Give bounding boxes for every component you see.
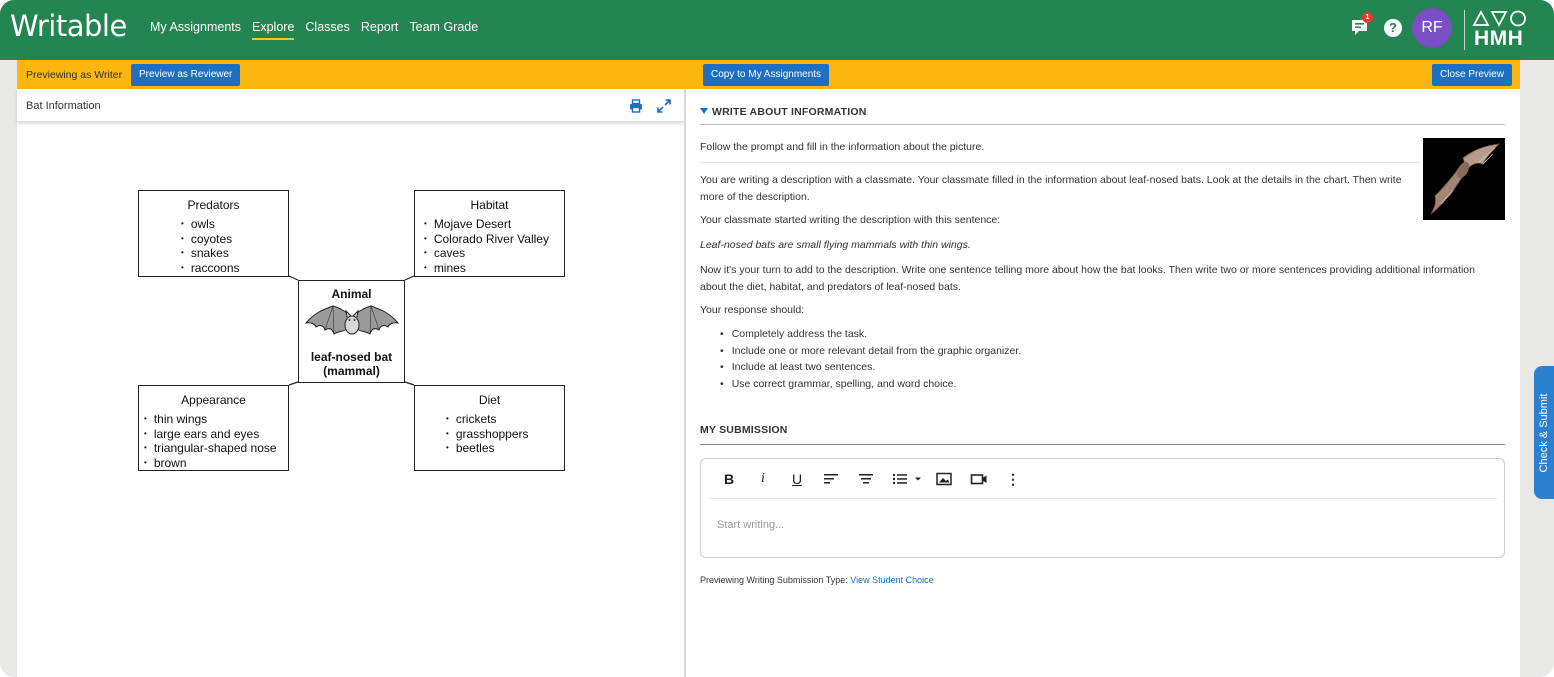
animal-class: (mammal): [323, 364, 380, 378]
nav-classes[interactable]: Classes: [305, 20, 349, 40]
copy-to-my-assignments-button[interactable]: Copy to My Assignments: [703, 64, 830, 86]
submission-divider: [700, 444, 1505, 445]
nav-explore[interactable]: Explore: [252, 20, 295, 40]
more-options-icon[interactable]: ⋮: [1003, 471, 1023, 487]
submission-editor[interactable]: B i U ⋮ Start writing...: [700, 458, 1505, 558]
top-nav-bar: Writable My Assignments Explore Classes …: [0, 0, 1554, 60]
diet-box: Diet crickets grasshoppers beetles: [414, 385, 565, 471]
insert-image-icon[interactable]: [934, 471, 954, 487]
list-item: coyotes: [181, 232, 288, 247]
collapse-caret-icon[interactable]: [700, 108, 708, 114]
animal-center-box: Animal leaf-nosed bat (mammal): [298, 280, 405, 383]
list-item: crickets: [446, 412, 564, 427]
submission-type-label: Previewing Writing Submission Type:: [700, 575, 848, 585]
list-item: snakes: [181, 246, 288, 261]
writable-logo[interactable]: Writable: [10, 9, 127, 43]
submission-type-note: Previewing Writing Submission Type: View…: [700, 575, 934, 585]
nav-my-assignments[interactable]: My Assignments: [150, 20, 241, 40]
section-title[interactable]: WRITE ABOUT INFORMATION: [712, 106, 867, 118]
list-item: Include at least two sentences.: [720, 359, 1021, 376]
submission-title: MY SUBMISSION: [700, 424, 788, 436]
habitat-box: Habitat Mojave Desert Colorado River Val…: [414, 190, 565, 277]
habitat-title: Habitat: [470, 198, 509, 212]
help-icon[interactable]: ?: [1384, 19, 1402, 37]
prompt-paragraph-2: Your classmate started writing the descr…: [700, 214, 1001, 226]
predators-box: Predators owls coyotes snakes raccoons: [138, 190, 289, 277]
underline-button[interactable]: U: [787, 471, 807, 487]
check-and-submit-label: Check & Submit: [1538, 393, 1550, 472]
prompt-pane: WRITE ABOUT INFORMATION Follow the promp…: [686, 89, 1520, 677]
check-and-submit-tab[interactable]: Check & Submit: [1534, 366, 1554, 499]
section-divider: [700, 124, 1505, 125]
preview-bar: Previewing as Writer Preview as Reviewer…: [17, 60, 1520, 89]
list-item: Mojave Desert: [424, 217, 564, 232]
list-item: mines: [424, 261, 564, 276]
prompt-intro: Follow the prompt and fill in the inform…: [700, 141, 985, 153]
organizer-connectors: [288, 275, 415, 386]
hmh-logo[interactable]: HMH: [1474, 27, 1523, 51]
user-avatar[interactable]: RF: [1412, 8, 1452, 48]
diet-title: Diet: [478, 393, 501, 407]
align-center-icon[interactable]: [856, 471, 876, 487]
prompt-quote: Leaf-nosed bats are small flying mammals…: [700, 239, 971, 251]
list-item: raccoons: [181, 261, 288, 276]
hmh-logo-shapes-icon: [1472, 10, 1526, 27]
list-item: Colorado River Valley: [424, 232, 564, 247]
bold-button[interactable]: B: [719, 471, 739, 487]
appearance-title: Appearance: [181, 393, 246, 407]
header-divider: [1464, 10, 1465, 50]
preview-as-reviewer-button[interactable]: Preview as Reviewer: [131, 64, 241, 86]
list-item: caves: [424, 246, 564, 261]
notification-badge: 1: [1362, 12, 1373, 23]
prompt-paragraph-1: You are writing a description with a cla…: [700, 174, 1402, 203]
bat-photo: [1423, 138, 1505, 220]
main-nav: My Assignments Explore Classes Report Te…: [150, 20, 478, 40]
prompt-paragraph-4: Your response should:: [700, 304, 805, 316]
view-student-choice-link[interactable]: View Student Choice: [850, 575, 933, 585]
list-item: brown: [144, 456, 288, 471]
nav-team-grade[interactable]: Team Grade: [409, 20, 478, 40]
bat-illustration-icon: [304, 305, 399, 335]
list-item: triangular-shaped nose: [144, 441, 288, 456]
resource-pane: Bat Information Predators owls coyotes: [17, 89, 684, 677]
list-item: large ears and eyes: [144, 427, 288, 442]
close-preview-button[interactable]: Close Preview: [1432, 64, 1512, 86]
prompt-paragraph-3: Now it's your turn to add to the descrip…: [700, 264, 1475, 293]
list-item: owls: [181, 217, 288, 232]
toolbar-divider: [709, 498, 1497, 499]
insert-video-icon[interactable]: [969, 471, 989, 487]
predators-title: Predators: [187, 198, 240, 212]
appearance-box: Appearance thin wings large ears and eye…: [138, 385, 289, 471]
animal-title: Animal: [331, 287, 372, 301]
editor-placeholder[interactable]: Start writing...: [717, 519, 784, 531]
align-left-icon[interactable]: [821, 471, 841, 487]
list-item: Use correct grammar, spelling, and word …: [720, 376, 1021, 393]
list-item: Completely address the task.: [720, 326, 1021, 343]
bulleted-list-icon[interactable]: [890, 471, 926, 487]
list-item: thin wings: [144, 412, 288, 427]
previewing-label: Previewing as Writer: [26, 69, 123, 81]
list-item: Include one or more relevant detail from…: [720, 343, 1022, 360]
app-frame: Writable My Assignments Explore Classes …: [0, 0, 1554, 677]
list-item: grasshoppers: [446, 427, 564, 442]
nav-report[interactable]: Report: [361, 20, 399, 40]
bat-photo-icon: [1430, 143, 1501, 215]
intro-divider: [700, 162, 1420, 163]
requirements-list: Completely address the task. Include one…: [720, 326, 1022, 393]
list-item: beetles: [446, 441, 564, 456]
animal-name: leaf-nosed bat: [310, 350, 393, 364]
italic-button[interactable]: i: [753, 471, 773, 487]
